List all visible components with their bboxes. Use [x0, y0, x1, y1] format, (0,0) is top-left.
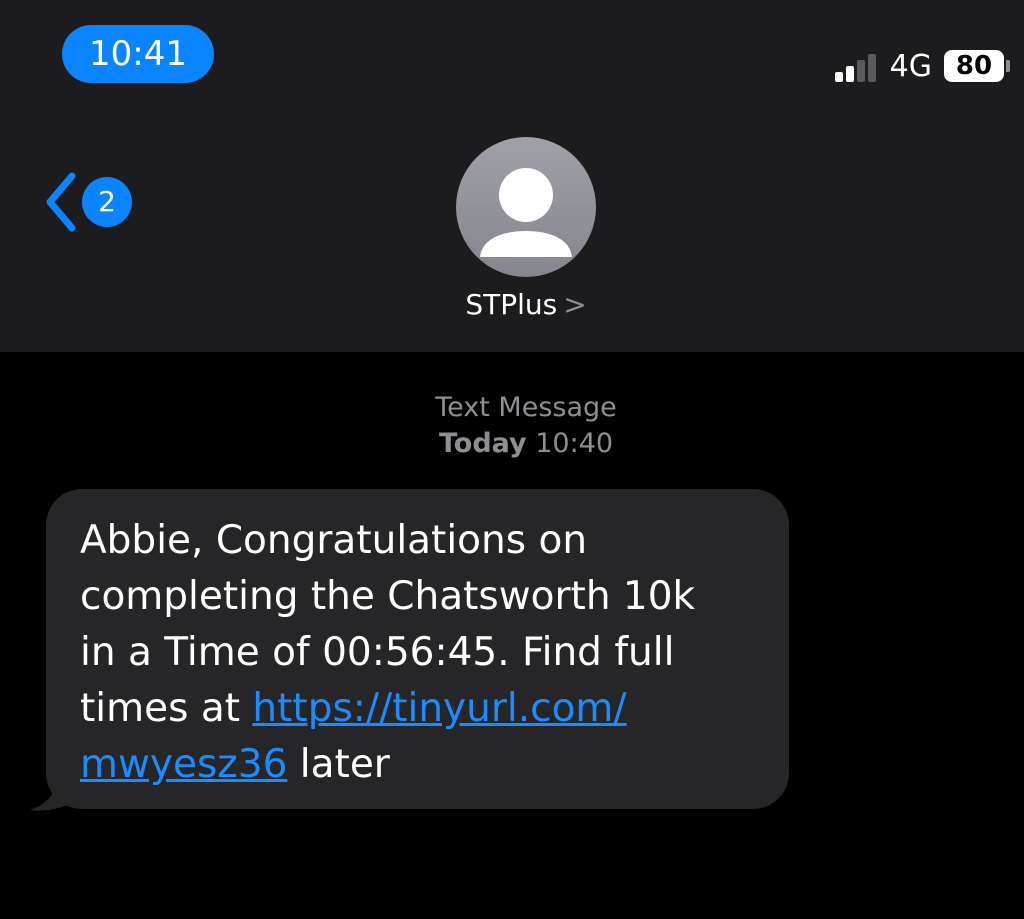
status-indicators: 4G 80 [832, 46, 1010, 86]
messages-screen: 10:41 4G 80 2 STPlus > Text Message Toda… [0, 0, 1024, 919]
timestamp-time: 10:40 [535, 428, 614, 459]
contact-name: STPlus [465, 288, 558, 321]
network-type: 4G [889, 48, 932, 84]
back-button[interactable]: 2 [40, 170, 132, 234]
message-meta: Text Message Today 10:40 [0, 390, 1024, 462]
battery-terminal [1006, 60, 1010, 72]
incoming-message-bubble[interactable]: Abbie, Congratulations on completing the… [46, 489, 789, 809]
message-text: times at [80, 686, 253, 731]
message-line: mwyesz36 later [80, 737, 759, 793]
chevron-left-icon [46, 172, 76, 232]
service-label: Text Message [435, 392, 617, 423]
signal-bar [834, 72, 843, 82]
message-line: Abbie, Congratulations on [80, 518, 588, 563]
timestamp-day: Today [438, 428, 527, 459]
cellular-signal-icon [832, 50, 876, 82]
battery-icon: 80 [944, 50, 1004, 82]
person-icon [480, 168, 572, 257]
status-time-pill[interactable]: 10:41 [62, 25, 214, 83]
unread-count-badge: 2 [82, 177, 132, 227]
message-link[interactable]: https://tinyurl.com/ [252, 686, 626, 731]
message-line: in a Time of 00:56:45. Find full [80, 630, 675, 675]
contact-name-button[interactable]: STPlus > [0, 288, 1024, 321]
message-line: times at https://tinyurl.com/ [80, 681, 759, 737]
message-line: completing the Chatsworth 10k [80, 574, 696, 619]
message-text: later [287, 742, 390, 787]
signal-bar [867, 54, 876, 82]
message-timestamp: Today 10:40 [0, 426, 1024, 462]
signal-bar [856, 60, 865, 82]
chevron-right-icon: > [563, 288, 587, 321]
contact-avatar[interactable] [456, 137, 596, 277]
signal-bar [845, 66, 854, 82]
message-link-continued[interactable]: mwyesz36 [80, 742, 287, 787]
conversation-header: 10:41 4G 80 2 STPlus > [0, 0, 1024, 352]
